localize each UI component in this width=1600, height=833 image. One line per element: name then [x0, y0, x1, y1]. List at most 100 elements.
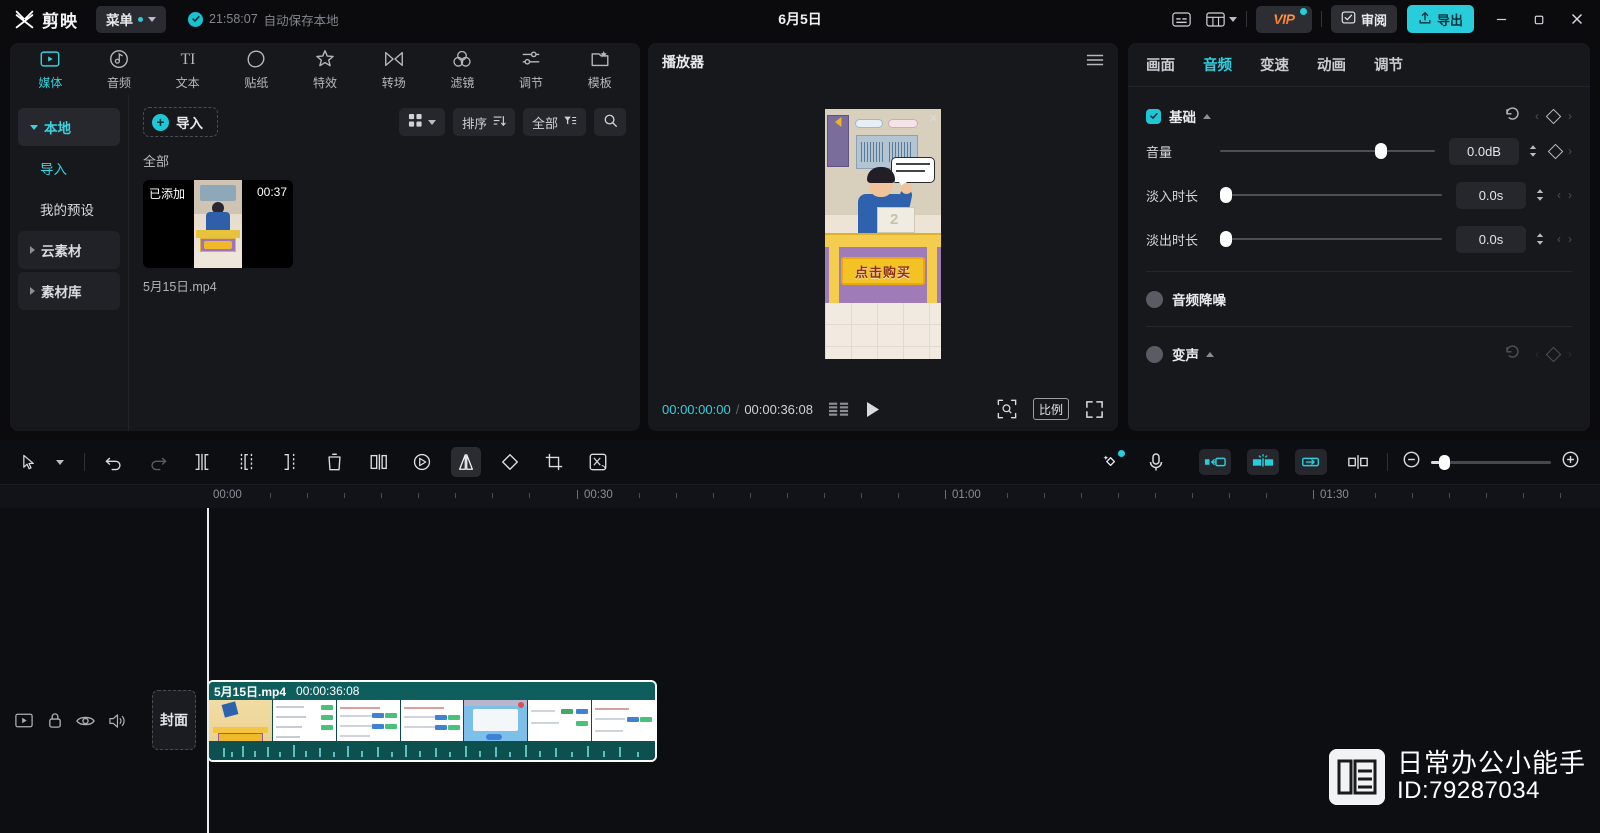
maximize-button[interactable]	[1520, 0, 1558, 38]
media-thumbnail[interactable]: 已添加 00:37	[143, 180, 293, 268]
smart-effects-button[interactable]	[1097, 447, 1127, 477]
mirror-button[interactable]	[363, 447, 393, 477]
keyframe-diamond-icon[interactable]	[1545, 108, 1562, 124]
menu-button[interactable]: 菜单	[96, 5, 166, 33]
tab-template[interactable]: 模板	[565, 44, 634, 94]
volume-icon[interactable]	[107, 711, 126, 730]
vip-button[interactable]: VIP	[1255, 5, 1312, 33]
slider-knob[interactable]	[1220, 187, 1232, 203]
timeline-tracks[interactable]: 封面 5月15日.mp4 00:00:36:08 日常办公小能手 ID:7928…	[0, 508, 1600, 833]
sidebar-item-cloud[interactable]: 云素材	[18, 231, 120, 269]
subtitle-toggle-button[interactable]	[1165, 4, 1199, 34]
caret-up-icon[interactable]	[1206, 351, 1214, 357]
keyframe-prev-icon[interactable]: ‹	[1557, 188, 1561, 202]
timeline-ruler[interactable]: 00:00 00:30 01:00 01:30	[0, 484, 1600, 508]
tab-animation[interactable]: 动画	[1317, 54, 1346, 75]
keyframe-next-icon[interactable]: ›	[1568, 232, 1572, 246]
delete-button[interactable]	[319, 447, 349, 477]
tab-media[interactable]: 媒体	[16, 44, 85, 94]
basic-section-checkbox[interactable]	[1146, 108, 1161, 124]
tab-audio[interactable]: 音频	[85, 44, 154, 94]
select-tool-button[interactable]	[14, 447, 44, 477]
keyframe-prev-icon[interactable]: ‹	[1535, 109, 1539, 123]
snap-toggle-button[interactable]	[1343, 447, 1373, 477]
denoise-row[interactable]: 音频降噪	[1146, 282, 1572, 316]
tab-sticker[interactable]: 贴纸	[222, 44, 291, 94]
video-preview[interactable]: 2 点击购买 ✕	[825, 109, 941, 359]
keyframe-next-icon[interactable]: ›	[1568, 109, 1572, 123]
timeline-clip[interactable]: 5月15日.mp4 00:00:36:08	[207, 680, 657, 762]
layout-chevron-down-icon[interactable]	[1228, 16, 1237, 22]
reset-icon[interactable]	[1504, 343, 1521, 365]
fade-in-value[interactable]: 0.0s	[1456, 181, 1526, 209]
fade-out-slider[interactable]	[1220, 229, 1442, 249]
view-mode-button[interactable]	[398, 108, 445, 136]
track-type-icon[interactable]	[14, 711, 33, 730]
crop-button[interactable]	[539, 447, 569, 477]
trim-left-button[interactable]	[231, 447, 261, 477]
slider-knob[interactable]	[1374, 143, 1387, 159]
close-button[interactable]	[1558, 0, 1596, 38]
slider-knob[interactable]	[1439, 454, 1450, 470]
eye-icon[interactable]	[76, 711, 95, 730]
keyframe-next-icon[interactable]: ›	[1568, 188, 1572, 202]
search-button[interactable]	[594, 108, 626, 136]
review-button[interactable]: 审阅	[1330, 5, 1397, 33]
trim-end-to-playhead-button[interactable]	[1295, 449, 1327, 475]
keyframe-next-icon[interactable]: ›	[1568, 347, 1572, 361]
import-button[interactable]: + 导入	[143, 107, 218, 137]
undo-button[interactable]	[99, 447, 129, 477]
timeline-playhead[interactable]	[207, 508, 209, 833]
sidebar-item-presets[interactable]: 我的预设	[18, 190, 120, 228]
tab-picture[interactable]: 画面	[1146, 54, 1175, 75]
denoise-toggle[interactable]	[1146, 290, 1163, 308]
split-at-playhead-button[interactable]	[1247, 449, 1279, 475]
lock-icon[interactable]	[45, 711, 64, 730]
fullscreen-icon[interactable]	[1085, 400, 1104, 419]
flip-button[interactable]	[451, 447, 481, 477]
zoom-fit-icon[interactable]	[997, 399, 1017, 419]
sidebar-item-import[interactable]: 导入	[18, 149, 120, 187]
cover-button[interactable]: 封面	[152, 690, 196, 750]
player-menu-icon[interactable]	[1086, 53, 1104, 72]
keyframe-diamond-icon[interactable]	[1547, 143, 1564, 159]
play-button[interactable]	[865, 401, 881, 418]
tab-transition[interactable]: 转场	[359, 44, 428, 94]
slider-knob[interactable]	[1220, 231, 1232, 247]
redo-button[interactable]	[143, 447, 173, 477]
sidebar-item-local[interactable]: 本地	[18, 108, 120, 146]
tab-filter[interactable]: 滤镜	[428, 44, 497, 94]
tab-adjust[interactable]: 调节	[497, 44, 566, 94]
volume-stepper[interactable]	[1524, 144, 1542, 158]
trim-start-to-playhead-button[interactable]	[1199, 449, 1231, 475]
rotate-button[interactable]	[495, 447, 525, 477]
voice-change-toggle[interactable]	[1146, 345, 1163, 363]
select-tool-dropdown[interactable]	[52, 447, 68, 477]
tab-speed[interactable]: 变速	[1260, 54, 1289, 75]
export-button[interactable]: 导出	[1406, 5, 1474, 33]
fade-in-slider[interactable]	[1220, 185, 1442, 205]
zoom-out-icon[interactable]	[1402, 450, 1421, 474]
close-icon[interactable]: ✕	[929, 112, 938, 125]
tab-adjustment[interactable]: 调节	[1374, 54, 1403, 75]
voice-change-row[interactable]: 变声 ‹ ›	[1146, 337, 1572, 371]
volume-value[interactable]: 0.0dB	[1449, 137, 1519, 165]
reverse-button[interactable]	[407, 447, 437, 477]
keyframe-prev-icon[interactable]: ‹	[1535, 347, 1539, 361]
keyframe-next-icon[interactable]: ›	[1568, 144, 1572, 158]
auto-cut-button[interactable]	[583, 447, 613, 477]
layout-switch-button[interactable]	[1199, 4, 1233, 34]
fade-in-stepper[interactable]	[1531, 188, 1549, 202]
filter-button[interactable]: 全部	[522, 108, 586, 136]
zoom-in-icon[interactable]	[1561, 450, 1580, 474]
split-button[interactable]	[187, 447, 217, 477]
fade-out-value[interactable]: 0.0s	[1456, 225, 1526, 253]
tab-text[interactable]: TI 文本	[153, 44, 222, 94]
caret-up-icon[interactable]	[1203, 113, 1211, 119]
sort-button[interactable]: 排序	[452, 108, 515, 136]
frame-list-icon[interactable]	[829, 401, 849, 417]
fade-out-stepper[interactable]	[1531, 232, 1549, 246]
trim-right-button[interactable]	[275, 447, 305, 477]
keyframe-diamond-icon[interactable]	[1545, 346, 1562, 362]
keyframe-prev-icon[interactable]: ‹	[1557, 232, 1561, 246]
